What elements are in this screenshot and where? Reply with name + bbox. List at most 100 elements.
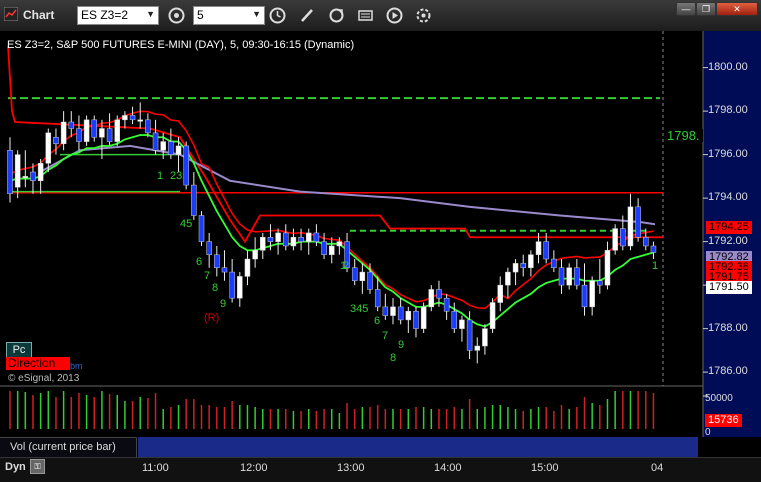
candle-body	[175, 145, 182, 155]
candle-body	[543, 241, 549, 260]
refresh-icon[interactable]	[327, 6, 346, 25]
sequence-annotation: 6	[374, 315, 380, 327]
direction-legend[interactable]: Direction	[6, 357, 70, 370]
sequence-annotation: 1	[157, 170, 163, 182]
candle-body	[83, 119, 90, 142]
time-tick-label: 04	[651, 462, 664, 474]
interval-value: 5	[197, 8, 204, 22]
chevron-down-icon[interactable]: ▼	[146, 9, 155, 19]
minimize-button[interactable]: —	[676, 2, 696, 16]
lock-icon[interactable]: ⚿	[30, 459, 45, 474]
sequence-annotation: 7	[204, 270, 210, 282]
candle-body	[198, 215, 205, 242]
candle-body	[367, 271, 373, 290]
sequence-annotation: (R)	[204, 312, 219, 324]
candle-body	[229, 271, 235, 299]
candle-body	[252, 250, 258, 260]
candle-body	[290, 237, 297, 247]
candle-body	[612, 228, 618, 251]
sequence-annotation: 7	[382, 330, 388, 342]
tools-icon[interactable]	[414, 6, 433, 25]
sequence-annotation: 6	[196, 256, 202, 268]
candle-body	[627, 206, 634, 247]
pencil-icon[interactable]	[298, 6, 317, 25]
candle-body	[14, 154, 21, 188]
price-chart[interactable]: 1 23456789(R)1234567891	[0, 31, 761, 437]
restore-button[interactable]: ❐	[696, 2, 716, 16]
time-axis[interactable]	[0, 457, 761, 482]
candle-body	[428, 289, 435, 308]
candle-body	[137, 119, 143, 122]
price-tick-label: 1794.00	[708, 191, 748, 204]
price-tick-label: 1800.00	[708, 60, 748, 73]
volume-current-tag: 15736	[705, 414, 742, 427]
candle-body	[191, 184, 197, 216]
candle-body	[566, 267, 572, 286]
candle-body	[474, 345, 481, 351]
candle-body	[99, 128, 105, 138]
window-title: Chart	[23, 8, 55, 22]
interval-input[interactable]: 5 ▼	[193, 6, 265, 25]
candle-body	[45, 132, 52, 164]
sequence-annotation: 23	[170, 170, 182, 182]
candle-body	[114, 119, 120, 142]
sequence-annotation: 1	[652, 260, 658, 272]
candle-body	[305, 232, 312, 242]
candle-body	[420, 306, 427, 329]
candle-body	[581, 284, 588, 308]
sequence-annotation: 45	[180, 218, 192, 230]
candle-body	[482, 328, 488, 347]
candle-body	[604, 250, 611, 286]
chart-app-icon	[4, 7, 18, 21]
candle-body	[382, 306, 389, 316]
candle-body	[635, 206, 641, 238]
price-tag: 1798.	[664, 129, 703, 142]
candle-body	[260, 237, 266, 251]
play-icon[interactable]	[385, 6, 404, 25]
price-tag: 1794.25	[706, 221, 752, 234]
volume-label[interactable]: Vol (current price bar)	[0, 437, 137, 457]
candle-body	[221, 267, 228, 273]
time-tick-label: 12:00	[240, 462, 268, 474]
copyright: © eSignal, 2013	[8, 373, 80, 384]
candle-body	[106, 128, 113, 142]
candle-body	[451, 310, 458, 329]
candle-body	[22, 176, 29, 179]
candle-body	[466, 319, 473, 351]
candle-body	[53, 136, 59, 144]
candle-body	[76, 128, 82, 142]
candle-body	[7, 150, 13, 195]
time-tick-label: 15:00	[531, 462, 559, 474]
close-button[interactable]: ✕	[716, 2, 758, 16]
symbol-input[interactable]: ES Z3=2 ▼	[77, 6, 159, 25]
sequence-annotation: 8	[212, 282, 218, 294]
title-bar: Chart ES Z3=2 ▼ 5 ▼ — ❐ ✕	[0, 0, 761, 32]
time-tick-label: 13:00	[337, 462, 365, 474]
price-tick-label: 1796.00	[708, 147, 748, 160]
candle-body	[558, 267, 565, 286]
candle-body	[206, 241, 212, 255]
price-tick-label: 1786.00	[708, 365, 748, 378]
volume-zero-label: 0	[705, 427, 711, 438]
candle-body	[589, 280, 595, 308]
quote-icon[interactable]	[356, 6, 375, 25]
volume-scroll-bar[interactable]	[138, 437, 698, 457]
settings-icon[interactable]	[167, 6, 186, 25]
dynamic-mode[interactable]: Dyn	[5, 461, 26, 473]
candle-body	[620, 228, 626, 247]
candle-body	[60, 121, 67, 144]
sequence-annotation: 9	[398, 339, 404, 351]
clock-icon[interactable]	[268, 6, 287, 25]
candle-body	[535, 241, 542, 255]
candle-body	[497, 284, 503, 303]
candle-body	[168, 141, 174, 155]
price-tag: 1791.50	[706, 281, 752, 294]
candle-body	[643, 237, 649, 247]
candle-body	[91, 119, 98, 138]
chevron-down-icon[interactable]: ▼	[252, 9, 261, 19]
candle-body	[512, 263, 519, 273]
candle-body	[397, 306, 404, 321]
candle-body	[328, 245, 335, 255]
symbol-value: ES Z3=2	[81, 8, 129, 22]
candle-body	[436, 289, 442, 299]
